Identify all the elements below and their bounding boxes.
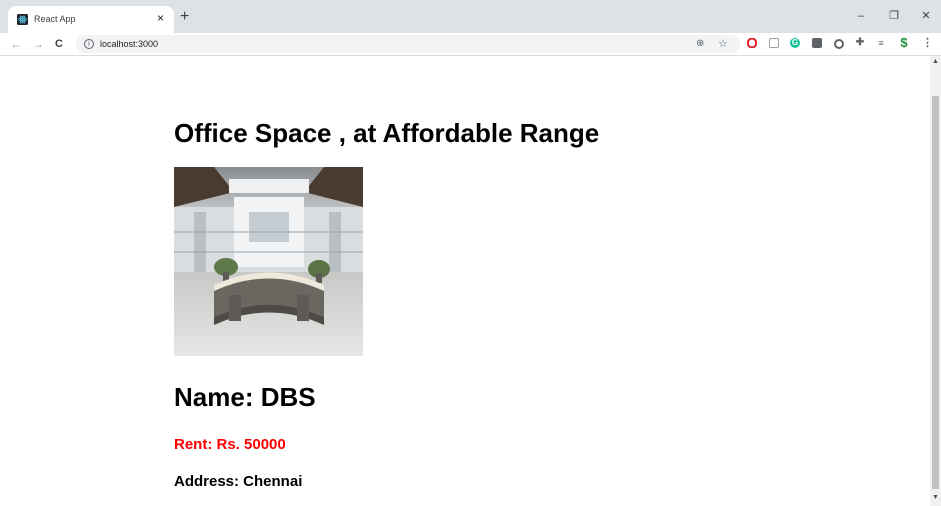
bookmark-star-icon[interactable]: ☆ — [718, 38, 728, 50]
office-space-image — [174, 167, 363, 356]
back-button[interactable]: ← — [10, 37, 22, 51]
page-heading: Office Space , at Affordable Range — [174, 118, 600, 148]
site-info-icon[interactable]: i — [84, 39, 94, 49]
url-text[interactable]: localhost:3000 — [100, 38, 158, 50]
tab-react-app[interactable]: React App × — [8, 6, 174, 33]
reload-button[interactable]: C — [55, 37, 63, 51]
grammarly-extension-icon[interactable]: G — [790, 38, 800, 48]
tab-title: React App — [34, 14, 76, 24]
document-extension-icon[interactable] — [769, 38, 779, 48]
circle-extension-icon[interactable] — [834, 39, 844, 49]
office-address: Address: Chennai — [174, 473, 303, 490]
react-favicon-icon — [17, 14, 28, 25]
tab-strip: React App × + – ❐ ✕ — [0, 0, 941, 33]
scroll-down-arrow-icon[interactable]: ▼ — [932, 494, 939, 501]
minimize-button[interactable]: – — [853, 9, 869, 23]
scroll-up-arrow-icon[interactable]: ▲ — [932, 58, 939, 65]
forward-button[interactable]: → — [32, 37, 44, 51]
new-tab-button[interactable]: + — [180, 9, 189, 25]
address-bar[interactable]: i localhost:3000 ⊕ ☆ — [76, 35, 740, 53]
office-rent: Rent: Rs. 50000 — [174, 436, 286, 453]
close-window-button[interactable]: ✕ — [918, 9, 934, 23]
zoom-icon[interactable]: ⊕ — [696, 38, 704, 50]
puzzle-extensions-icon[interactable]: ✚ — [855, 38, 865, 48]
square-extension-icon[interactable] — [812, 38, 822, 48]
reading-list-icon[interactable]: ≡ — [876, 38, 886, 48]
restore-button[interactable]: ❐ — [886, 9, 902, 23]
scroll-thumb[interactable] — [932, 96, 939, 489]
browser-toolbar: ← → C i localhost:3000 ⊕ ☆ G ✚ ≡ $ ⋮ — [0, 33, 941, 56]
opera-extension-icon[interactable] — [746, 37, 758, 49]
menu-icon[interactable]: ⋮ — [922, 38, 933, 49]
dollar-extension-icon[interactable]: $ — [898, 36, 910, 50]
tab-close-icon[interactable]: × — [157, 11, 164, 25]
office-name: Name: DBS — [174, 382, 316, 412]
page-scrollbar[interactable]: ▲ ▼ — [930, 56, 941, 506]
